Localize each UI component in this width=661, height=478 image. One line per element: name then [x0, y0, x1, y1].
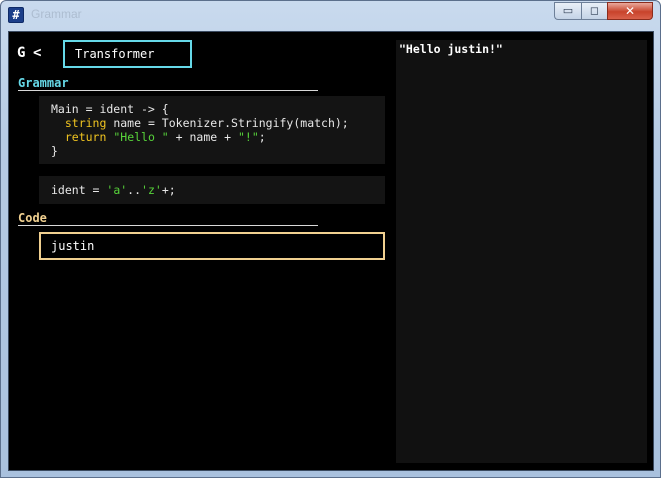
char-literal-a: 'a'	[106, 183, 128, 197]
string-literal-hello: "Hello "	[113, 130, 169, 144]
code-line-2-rest: name = Tokenizer.Stringify(match);	[106, 116, 349, 130]
code-semicolon: ;	[258, 130, 266, 144]
string-literal-bang: "!"	[237, 130, 259, 144]
grammar-heading: Grammar	[18, 76, 69, 90]
back-button[interactable]: <	[33, 45, 41, 61]
keyword-string: string	[64, 116, 107, 130]
code-heading-underline	[18, 225, 318, 226]
grammar-heading-underline	[18, 90, 318, 91]
close-button[interactable]: ✕	[607, 2, 653, 20]
ident-rule-suffix: +;	[161, 183, 176, 197]
grammar-rule-main[interactable]: Main = ident -> { string name = Tokenize…	[39, 96, 385, 164]
char-literal-z: 'z'	[141, 183, 162, 197]
code-line-4: }	[51, 144, 58, 158]
output-text: "Hello justin!"	[399, 42, 503, 56]
app-window: # Grammar ▭ ◻ ✕ G < Transformer Grammar …	[0, 0, 661, 478]
output-panel: "Hello justin!"	[396, 40, 647, 463]
close-icon: ✕	[624, 4, 636, 18]
minimize-button[interactable]: ▭	[554, 2, 581, 20]
maximize-icon: ◻	[589, 4, 600, 17]
range-operator: ..	[127, 183, 142, 197]
ident-rule-prefix: ident =	[51, 183, 107, 197]
client-area: G < Transformer Grammar Main = ident -> …	[8, 31, 654, 471]
code-input[interactable]: justin	[39, 232, 385, 260]
g-button[interactable]: G	[17, 45, 25, 61]
window-title: Grammar	[31, 7, 82, 21]
title-bar[interactable]: # Grammar ▭ ◻ ✕	[1, 1, 660, 27]
grammar-rule-ident[interactable]: ident = 'a'..'z'+;	[39, 176, 385, 204]
grammar-name-input[interactable]: Transformer	[63, 40, 192, 68]
code-concat: + name +	[168, 130, 238, 144]
minimize-icon: ▭	[562, 4, 574, 17]
code-line-1: Main = ident -> {	[51, 102, 169, 116]
code-heading: Code	[18, 211, 47, 225]
keyword-return: return	[64, 130, 107, 144]
hash-app-icon: #	[8, 7, 24, 23]
maximize-button[interactable]: ◻	[581, 2, 607, 20]
